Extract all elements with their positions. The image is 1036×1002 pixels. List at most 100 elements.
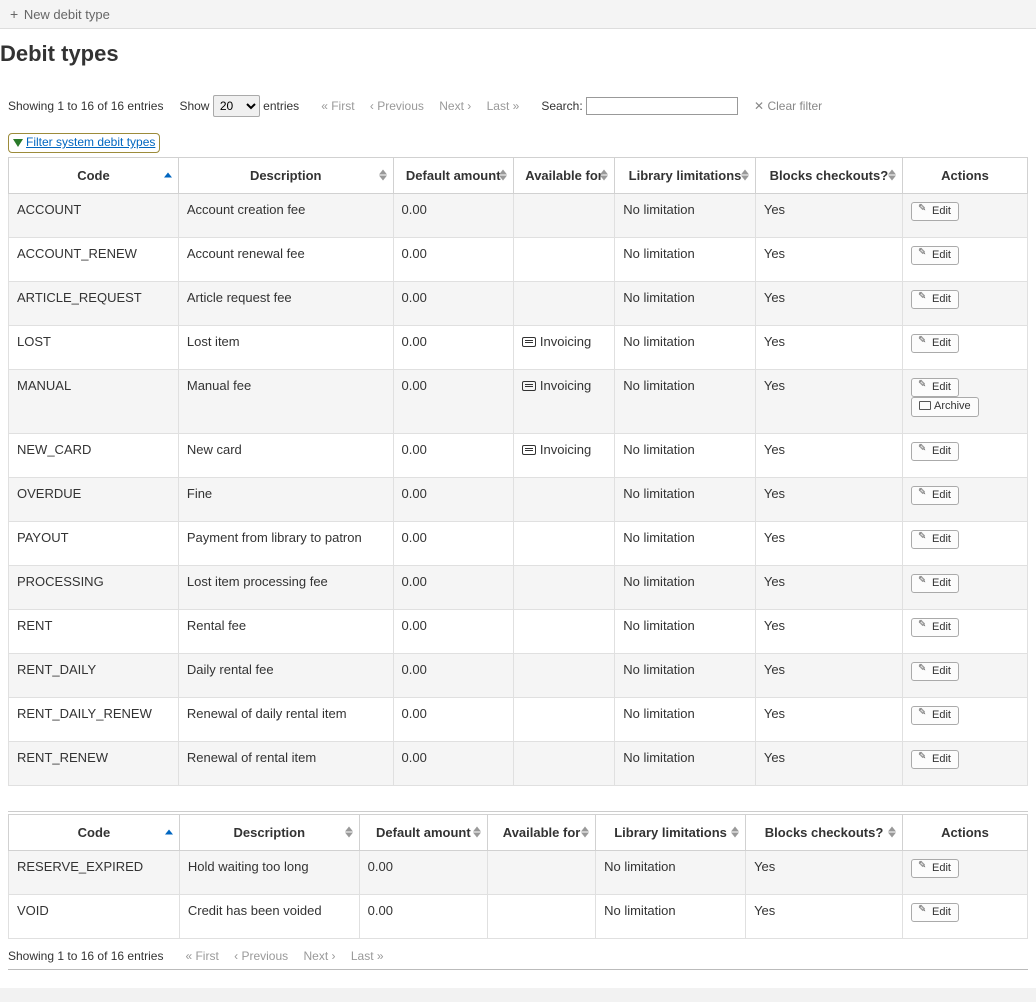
prev-page[interactable]: ‹ Previous <box>234 949 288 963</box>
new-debit-type-label: New debit type <box>24 7 110 22</box>
table-row: RESERVE_EXPIREDHold waiting too long0.00… <box>9 850 1028 894</box>
pager-top: « First ‹ Previous Next › Last » <box>315 99 525 113</box>
invoicing-icon <box>522 337 536 347</box>
cell-actions: Edit <box>903 850 1028 894</box>
available-label: Invoicing <box>540 334 591 349</box>
col-available-for[interactable]: Available for <box>488 814 596 850</box>
length-control: Show 102050100 entries <box>179 95 299 117</box>
sort-asc-icon <box>165 830 173 835</box>
last-page[interactable]: Last » <box>351 949 384 963</box>
edit-button[interactable]: Edit <box>911 246 959 265</box>
page-title: Debit types <box>0 29 1036 79</box>
edit-button[interactable]: Edit <box>911 202 959 221</box>
cell-description: Daily rental fee <box>178 653 393 697</box>
cell-available <box>513 609 614 653</box>
new-debit-type-link[interactable]: + New debit type <box>10 7 110 22</box>
debit-types-table-part2: Code Description Default amount Availabl… <box>8 814 1028 939</box>
sort-icon <box>581 827 589 832</box>
cell-available <box>513 653 614 697</box>
filter-system-debit-types-link[interactable]: Filter system debit types <box>8 133 160 153</box>
clear-filter-button[interactable]: ✕ Clear filter <box>754 99 822 113</box>
entries-info-bottom: Showing 1 to 16 of 16 entries <box>8 949 163 963</box>
cell-actions: Edit <box>903 193 1028 237</box>
edit-button[interactable]: Edit <box>911 859 959 878</box>
col-library-limitations[interactable]: Library limitations <box>615 157 756 193</box>
cell-actions: Edit <box>903 653 1028 697</box>
edit-button[interactable]: Edit <box>911 378 959 397</box>
col-default-amount[interactable]: Default amount <box>393 157 513 193</box>
cell-blocks: Yes <box>755 609 902 653</box>
prev-page[interactable]: ‹ Previous <box>370 99 424 113</box>
next-page[interactable]: Next › <box>439 99 471 113</box>
cell-description: Article request fee <box>178 281 393 325</box>
cell-available <box>513 281 614 325</box>
table-row: OVERDUEFine0.00No limitationYesEdit <box>9 477 1028 521</box>
col-library-limitations[interactable]: Library limitations <box>596 814 746 850</box>
cell-actions: Edit <box>903 894 1028 938</box>
table-head-2: Code Description Default amount Availabl… <box>9 814 1028 850</box>
cell-library: No limitation <box>596 894 746 938</box>
edit-button[interactable]: Edit <box>911 442 959 461</box>
cell-blocks: Yes <box>755 741 902 785</box>
cell-actions: Edit <box>903 237 1028 281</box>
col-description[interactable]: Description <box>178 157 393 193</box>
entries-select[interactable]: 102050100 <box>213 95 260 117</box>
sort-icon <box>731 833 739 838</box>
edit-button[interactable]: Edit <box>911 750 959 769</box>
next-page[interactable]: Next › <box>304 949 336 963</box>
search-input[interactable] <box>586 97 738 115</box>
edit-button[interactable]: Edit <box>911 574 959 593</box>
sort-icon <box>379 170 387 175</box>
cell-amount: 0.00 <box>393 609 513 653</box>
pencil-icon <box>919 338 929 348</box>
edit-button[interactable]: Edit <box>911 903 959 922</box>
col-available-for[interactable]: Available for <box>513 157 614 193</box>
col-blocks-checkouts[interactable]: Blocks checkouts? <box>746 814 903 850</box>
table-row: NEW_CARDNew card0.00InvoicingNo limitati… <box>9 433 1028 477</box>
cell-amount: 0.00 <box>393 653 513 697</box>
pencil-icon <box>919 578 929 588</box>
col-blocks-checkouts[interactable]: Blocks checkouts? <box>755 157 902 193</box>
cell-library: No limitation <box>615 281 756 325</box>
col-code[interactable]: Code <box>9 814 180 850</box>
table-row: PROCESSINGLost item processing fee0.00No… <box>9 565 1028 609</box>
cell-blocks: Yes <box>755 697 902 741</box>
first-page[interactable]: « First <box>185 949 218 963</box>
sort-icon <box>600 170 608 175</box>
cell-amount: 0.00 <box>393 565 513 609</box>
table-row: ACCOUNTAccount creation fee0.00No limita… <box>9 193 1028 237</box>
edit-button[interactable]: Edit <box>911 662 959 681</box>
col-code[interactable]: Code <box>9 157 179 193</box>
sort-icon <box>741 170 749 175</box>
edit-button[interactable]: Edit <box>911 618 959 637</box>
cell-blocks: Yes <box>755 193 902 237</box>
pencil-icon <box>919 206 929 216</box>
last-page[interactable]: Last » <box>487 99 520 113</box>
table-row: RENTRental fee0.00No limitationYesEdit <box>9 609 1028 653</box>
first-page[interactable]: « First <box>321 99 354 113</box>
edit-label: Edit <box>932 863 951 874</box>
cell-description: Payment from library to patron <box>178 521 393 565</box>
cell-blocks: Yes <box>755 565 902 609</box>
cell-library: No limitation <box>615 369 756 433</box>
bottom-controls: Showing 1 to 16 of 16 entries « First ‹ … <box>8 939 1028 970</box>
pencil-icon <box>919 534 929 544</box>
col-description[interactable]: Description <box>179 814 359 850</box>
pencil-icon <box>919 382 929 392</box>
sort-icon <box>473 827 481 832</box>
cell-available <box>513 477 614 521</box>
edit-button[interactable]: Edit <box>911 290 959 309</box>
col-default-amount[interactable]: Default amount <box>359 814 487 850</box>
cell-actions: Edit <box>903 477 1028 521</box>
cell-amount: 0.00 <box>393 741 513 785</box>
edit-button[interactable]: Edit <box>911 486 959 505</box>
cell-blocks: Yes <box>755 477 902 521</box>
cell-description: Renewal of rental item <box>178 741 393 785</box>
cell-library: No limitation <box>615 433 756 477</box>
cell-code: RENT <box>9 609 179 653</box>
edit-button[interactable]: Edit <box>911 530 959 549</box>
cell-code: MANUAL <box>9 369 179 433</box>
edit-button[interactable]: Edit <box>911 706 959 725</box>
edit-button[interactable]: Edit <box>911 334 959 353</box>
archive-button[interactable]: Archive <box>911 397 979 417</box>
